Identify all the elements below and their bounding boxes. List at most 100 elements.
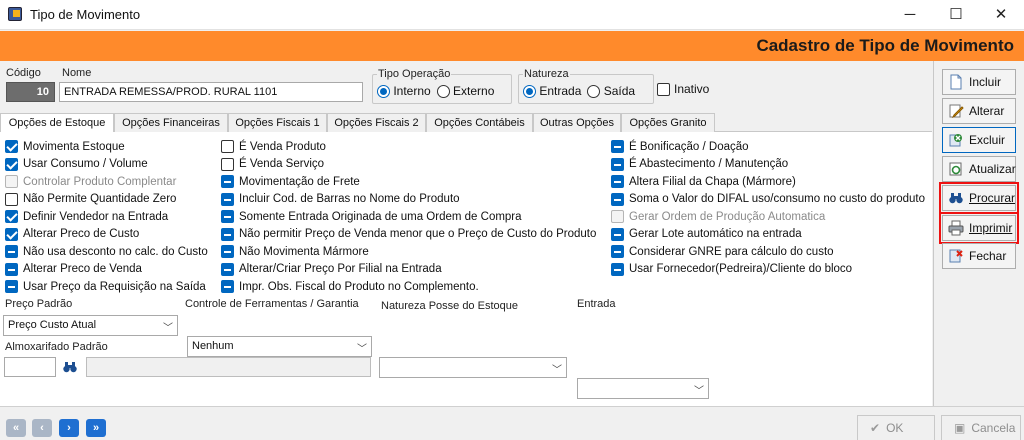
option-label: Considerar GNRE para cálculo do custo <box>629 245 834 258</box>
codigo-field[interactable]: 10 <box>6 82 55 102</box>
option-checkbox[interactable]: É Abastecimento / Manutenção <box>611 156 925 174</box>
option-label: É Venda Produto <box>239 140 326 153</box>
controle-select[interactable]: Nenhum ﹀ <box>187 336 372 357</box>
fechar-button[interactable]: Fechar <box>942 243 1016 269</box>
option-checkbox[interactable]: Considerar GNRE para cálculo do custo <box>611 243 925 261</box>
checkbox-box <box>221 262 234 276</box>
option-checkbox[interactable]: Não usa desconto no calc. do Custo <box>5 243 208 261</box>
option-label: Incluir Cod. de Barras no Nome do Produt… <box>239 193 460 206</box>
tab-opcoes-financeiras[interactable]: Opções Financeiras <box>114 113 228 132</box>
tab-opcoes-fiscais-2[interactable]: Opções Fiscais 2 <box>327 113 426 132</box>
option-checkbox[interactable]: Usar Consumo / Volume <box>5 156 208 174</box>
option-checkbox[interactable]: Altera Filial da Chapa (Mármore) <box>611 173 925 191</box>
radio-entrada[interactable]: Entrada <box>523 84 581 99</box>
option-label: Usar Consumo / Volume <box>23 158 148 171</box>
option-checkbox[interactable]: Não Movimenta Mármore <box>221 243 596 261</box>
option-checkbox[interactable]: Soma o Valor do DIFAL uso/consumo no cus… <box>611 191 925 209</box>
checkbox-box <box>5 140 18 154</box>
chevron-down-icon: ﹀ <box>163 323 173 334</box>
incluir-button[interactable]: Incluir <box>942 69 1016 95</box>
almoxarifado-label: Almoxarifado Padrão <box>5 341 108 353</box>
entrada-label: Entrada <box>577 298 616 310</box>
radio-saida[interactable]: Saída <box>587 84 635 99</box>
close-window-button[interactable]: ✕ <box>978 0 1024 30</box>
binoculars-icon[interactable] <box>62 359 78 375</box>
close-door-icon <box>948 248 964 264</box>
chevron-down-icon: ﹀ <box>694 386 704 397</box>
check-icon: ✔ <box>870 421 881 435</box>
checkbox-box <box>221 157 234 171</box>
alterar-button[interactable]: Alterar <box>942 98 1016 124</box>
action-sidebar: Incluir Alterar Excluir Atualizar Procur… <box>933 61 1024 406</box>
checkbox-box <box>611 210 624 224</box>
checkbox-box <box>5 280 18 294</box>
minimize-button[interactable]: ─ <box>887 0 933 30</box>
preco-padrao-select[interactable]: Preço Custo Atual ﹀ <box>3 315 178 336</box>
option-checkbox[interactable]: Movimenta Estoque <box>5 138 208 156</box>
entrada-select[interactable]: ﹀ <box>577 378 709 399</box>
imprimir-button[interactable]: Imprimir <box>939 212 1019 244</box>
checkbox-box <box>5 175 18 189</box>
option-label: Gerar Ordem de Produção Automatica <box>629 210 826 223</box>
option-checkbox[interactable]: É Venda Produto <box>221 138 596 156</box>
almoxarifado-code-input[interactable] <box>4 357 56 377</box>
option-label: Movimentação de Frete <box>239 175 360 188</box>
ok-button[interactable]: ✔ OK <box>857 415 935 440</box>
nome-input[interactable]: ENTRADA REMESSA/PROD. RURAL 1101 <box>59 82 363 102</box>
tab-opcoes-contabeis[interactable]: Opções Contábeis <box>426 113 533 132</box>
radio-interno[interactable]: Interno <box>377 84 431 99</box>
excluir-button[interactable]: Excluir <box>942 127 1016 153</box>
option-checkbox[interactable]: Incluir Cod. de Barras no Nome do Produt… <box>221 191 596 209</box>
checkbox-box <box>611 175 624 189</box>
page-title: Cadastro de Tipo de Movimento <box>756 36 1014 55</box>
option-checkbox[interactable]: Somente Entrada Originada de uma Ordem d… <box>221 208 596 226</box>
tab-opcoes-fiscais-1[interactable]: Opções Fiscais 1 <box>228 113 327 132</box>
option-checkbox[interactable]: Não permitir Preço de Venda menor que o … <box>221 226 596 244</box>
next-record-button[interactable]: › <box>59 419 79 437</box>
tab-page-estoque: Movimenta Estoque Usar Consumo / Volume Co… <box>0 132 932 406</box>
option-label: Soma o Valor do DIFAL uso/consumo no cus… <box>629 193 925 206</box>
option-checkbox[interactable]: Usar Preço da Requisição na Saída <box>5 278 208 296</box>
option-checkbox: Controlar Produto Complentar <box>5 173 208 191</box>
procurar-button[interactable]: Procurar <box>939 182 1019 214</box>
option-checkbox[interactable]: Definir Vendedor na Entrada <box>5 208 208 226</box>
tab-outras-opcoes[interactable]: Outras Opções <box>533 113 621 132</box>
tab-opcoes-estoque[interactable]: Opções de Estoque <box>0 113 114 133</box>
option-checkbox[interactable]: É Venda Serviço <box>221 156 596 174</box>
checkbox-box <box>5 210 18 224</box>
option-checkbox[interactable]: Gerar Lote automático na entrada <box>611 226 925 244</box>
option-checkbox[interactable]: Movimentação de Frete <box>221 173 596 191</box>
tipo-operacao-radios: Interno Externo <box>377 84 494 99</box>
binoculars-icon <box>948 190 964 206</box>
option-checkbox[interactable]: Não Permite Quantidade Zero <box>5 191 208 209</box>
printer-icon <box>948 220 964 236</box>
inativo-checkbox[interactable]: Inativo <box>657 82 709 96</box>
option-label: Alterar Preco de Custo <box>23 228 140 241</box>
options-column-2: É Venda Produto É Venda Serviço Movimentaç… <box>221 138 596 296</box>
option-label: Não permitir Preço de Venda menor que o … <box>239 228 597 241</box>
checkbox-box <box>5 157 18 171</box>
option-checkbox[interactable]: Alterar Preco de Custo <box>5 226 208 244</box>
option-checkbox[interactable]: Usar Fornecedor(Pedreira)/Cliente do blo… <box>611 261 925 279</box>
checkbox-box <box>611 227 624 241</box>
option-checkbox[interactable]: É Bonificação / Doação <box>611 138 925 156</box>
checkbox-box <box>221 245 234 259</box>
atualizar-button[interactable]: Atualizar <box>942 156 1016 182</box>
checkbox-box <box>221 140 234 154</box>
prev-record-button[interactable]: ‹ <box>32 419 52 437</box>
maximize-button[interactable]: ☐ <box>933 0 979 30</box>
cancel-button[interactable]: ▣ Cancela <box>941 415 1021 440</box>
radio-externo[interactable]: Externo <box>436 84 494 99</box>
last-record-button[interactable]: » <box>86 419 106 437</box>
checkbox-box <box>221 192 234 206</box>
window-title: Tipo de Movimento <box>30 7 141 22</box>
natureza-posse-select[interactable]: ﹀ <box>379 357 567 378</box>
first-record-button[interactable]: « <box>6 419 26 437</box>
option-checkbox[interactable]: Alterar/Criar Preço Por Filial na Entrad… <box>221 261 596 279</box>
options-column-1: Movimenta Estoque Usar Consumo / Volume Co… <box>5 138 208 296</box>
natureza-posse-label: Natureza Posse do Estoque <box>381 300 518 312</box>
option-checkbox[interactable]: Impr. Obs. Fiscal do Produto no Compleme… <box>221 278 596 296</box>
option-checkbox[interactable]: Alterar Preco de Venda <box>5 261 208 279</box>
tab-opcoes-granito[interactable]: Opções Granito <box>621 113 715 132</box>
option-label: Somente Entrada Originada de uma Ordem d… <box>239 210 522 223</box>
